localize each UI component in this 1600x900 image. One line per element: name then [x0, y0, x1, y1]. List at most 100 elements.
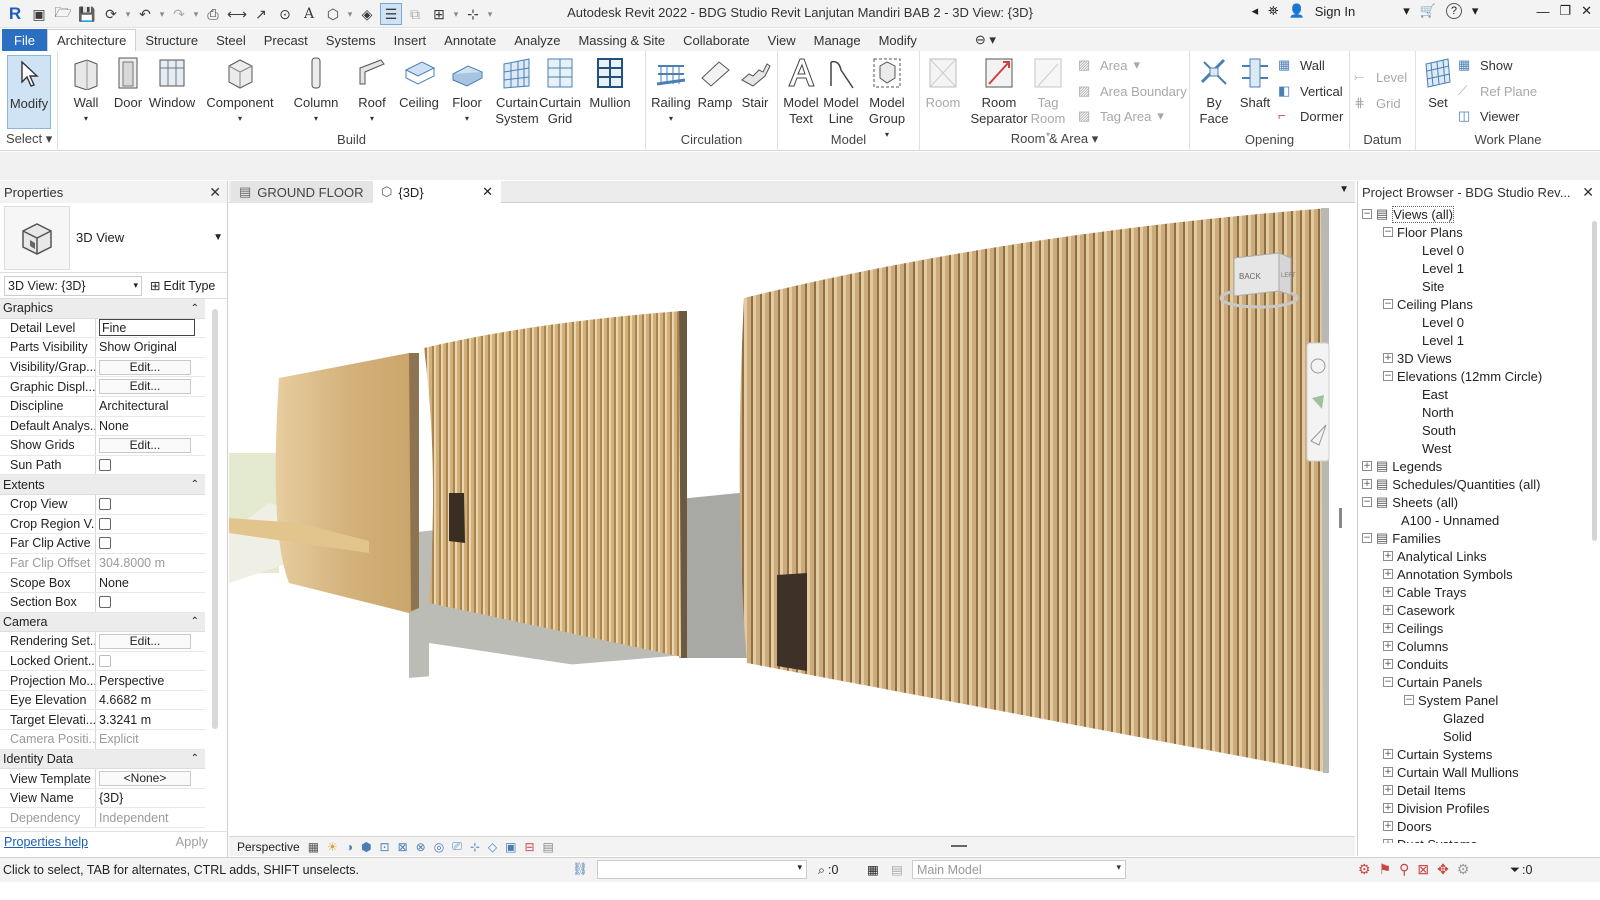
- browser-scrollbar[interactable]: [1592, 221, 1597, 541]
- edit-type-button[interactable]: ⊞ Edit Type: [150, 278, 215, 294]
- type-selector[interactable]: 3D View ▼: [0, 203, 227, 273]
- browser-node[interactable]: − Elevations (12mm Circle): [1383, 367, 1542, 385]
- browser-node[interactable]: Site: [1404, 277, 1444, 295]
- property-value[interactable]: Edit...: [96, 358, 205, 377]
- property-category[interactable]: Camera ⌃: [0, 612, 205, 633]
- browser-node[interactable]: − ▤ Families: [1362, 529, 1441, 547]
- collapse-icon[interactable]: ⌃: [191, 303, 199, 314]
- browser-node[interactable]: + ▤ Legends: [1362, 457, 1442, 475]
- browser-node[interactable]: − System Panel: [1404, 691, 1498, 709]
- tab-massing-site[interactable]: Massing & Site: [569, 29, 674, 51]
- room-button[interactable]: Room: [924, 55, 962, 111]
- expand-icon[interactable]: +: [1383, 659, 1393, 669]
- expand-icon[interactable]: +: [1383, 605, 1393, 615]
- browser-node[interactable]: + Conduits: [1383, 655, 1448, 673]
- viewport-splitter[interactable]: [1339, 508, 1342, 528]
- tab-collaborate[interactable]: Collaborate: [674, 29, 759, 51]
- property-checkbox[interactable]: [99, 596, 111, 609]
- tag-room-button[interactable]: Tag Room ▾: [1028, 55, 1068, 143]
- drag-elements-icon[interactable]: ✥: [1437, 861, 1449, 878]
- wall-opening-button[interactable]: ▦ Wall: [1278, 57, 1325, 73]
- property-value[interactable]: [96, 593, 205, 612]
- browser-node[interactable]: Glazed: [1425, 709, 1484, 727]
- reveal-hidden-icon[interactable]: ⎚: [452, 839, 462, 854]
- property-value[interactable]: None: [96, 417, 205, 436]
- expand-icon[interactable]: +: [1383, 767, 1393, 777]
- close-icon[interactable]: ✕: [1582, 184, 1594, 201]
- property-value[interactable]: Edit...: [96, 377, 205, 396]
- property-edit-button[interactable]: Edit...: [99, 633, 191, 649]
- expand-icon[interactable]: +: [1383, 821, 1393, 831]
- grid-button[interactable]: ⋕ Grid: [1354, 95, 1401, 111]
- tab-precast[interactable]: Precast: [255, 29, 317, 51]
- tab-analyze[interactable]: Analyze: [505, 29, 569, 51]
- collapse-icon[interactable]: −: [1383, 677, 1393, 687]
- cart-icon[interactable]: 🛒: [1420, 3, 1436, 19]
- browser-node[interactable]: Solid: [1425, 727, 1472, 745]
- highlight-displacement-icon[interactable]: ▣: [505, 840, 516, 854]
- property-value[interactable]: [96, 534, 205, 553]
- expand-icon[interactable]: +: [1383, 551, 1393, 561]
- property-value[interactable]: None: [96, 573, 205, 592]
- browser-node[interactable]: South: [1404, 421, 1456, 439]
- collapse-icon[interactable]: −: [1383, 371, 1393, 381]
- tag-area-button[interactable]: ▨ Tag Area ▾: [1078, 108, 1164, 124]
- model-text-button[interactable]: Model Text: [780, 55, 822, 127]
- properties-help-link[interactable]: Properties help: [4, 835, 88, 849]
- select-pinned-icon[interactable]: ⚲: [1399, 861, 1409, 878]
- tab-ground-floor[interactable]: ▤ GROUND FLOOR: [231, 181, 373, 203]
- browser-node[interactable]: + Doors: [1383, 817, 1432, 835]
- property-value[interactable]: Edit...: [96, 632, 205, 651]
- property-edit-button[interactable]: Edit...: [99, 359, 191, 375]
- help-icon[interactable]: ?: [1445, 3, 1462, 19]
- property-value[interactable]: <None>: [96, 769, 205, 788]
- tab-3d[interactable]: ⬡ {3D} ✕: [373, 181, 501, 203]
- property-edit-button[interactable]: Edit...: [99, 437, 191, 453]
- property-edit-button[interactable]: <None>: [99, 771, 191, 787]
- contextual-tab-toggle-icon[interactable]: ⊖ ▾: [966, 29, 1005, 51]
- collapse-icon[interactable]: ⌃: [191, 479, 199, 490]
- select-by-face-icon[interactable]: ⊠: [1417, 861, 1429, 878]
- worksets-icon[interactable]: ⛓: [572, 862, 588, 877]
- viewer-button[interactable]: ◫ Viewer: [1458, 108, 1520, 124]
- binoculars-icon[interactable]: ⛯: [1268, 3, 1278, 19]
- tab-manage[interactable]: Manage: [805, 29, 870, 51]
- property-checkbox[interactable]: [99, 654, 111, 667]
- expand-icon[interactable]: +: [1362, 461, 1372, 471]
- curtain-system-button[interactable]: Curtain System: [492, 55, 542, 127]
- property-checkbox[interactable]: [99, 517, 111, 530]
- browser-node[interactable]: Level 0: [1404, 313, 1464, 331]
- expand-icon[interactable]: +: [1383, 803, 1393, 813]
- user-icon[interactable]: 👤: [1289, 3, 1305, 19]
- property-value[interactable]: 3.3241 m: [96, 710, 205, 729]
- reveal-constraints-icon[interactable]: ⊟: [524, 840, 534, 854]
- collapse-icon[interactable]: ⌃: [191, 753, 199, 764]
- temporary-hide-icon[interactable]: ◎: [434, 840, 444, 854]
- tab-modify[interactable]: Modify: [870, 29, 926, 51]
- browser-node[interactable]: + Columns: [1383, 637, 1448, 655]
- filter-count[interactable]: ⏷:0: [1510, 863, 1532, 878]
- chevron-down-icon[interactable]: ▼: [213, 232, 223, 243]
- stair-button[interactable]: Stair: [736, 55, 774, 111]
- chevron-down-icon[interactable]: ▾: [1403, 3, 1410, 19]
- render-icon[interactable]: ⬢: [361, 840, 371, 854]
- ceiling-button[interactable]: Ceiling: [396, 55, 442, 111]
- tab-file[interactable]: File: [2, 29, 47, 51]
- property-value[interactable]: [96, 652, 205, 671]
- browser-node[interactable]: + Casework: [1383, 601, 1455, 619]
- select-underlay-icon[interactable]: ⚑: [1379, 861, 1392, 878]
- tab-architecture[interactable]: Architecture: [46, 29, 137, 51]
- close-icon[interactable]: ✕: [209, 184, 221, 201]
- tab-steel[interactable]: Steel: [207, 29, 255, 51]
- area-button[interactable]: ▨ Area ▾: [1078, 57, 1140, 73]
- browser-node[interactable]: + Division Profiles: [1383, 799, 1489, 817]
- property-input[interactable]: Fine: [99, 319, 195, 337]
- tab-view[interactable]: View: [759, 29, 805, 51]
- restore-icon[interactable]: ❐: [1559, 3, 1571, 19]
- show-crop-icon[interactable]: ⊠: [398, 840, 408, 854]
- browser-node[interactable]: + Curtain Systems: [1383, 745, 1492, 763]
- set-work-plane-button[interactable]: Set: [1420, 55, 1456, 111]
- navigation-bar[interactable]: [1306, 342, 1330, 462]
- browser-node[interactable]: A100 - Unnamed: [1383, 511, 1499, 529]
- browser-node[interactable]: + Duct Systems: [1383, 835, 1477, 843]
